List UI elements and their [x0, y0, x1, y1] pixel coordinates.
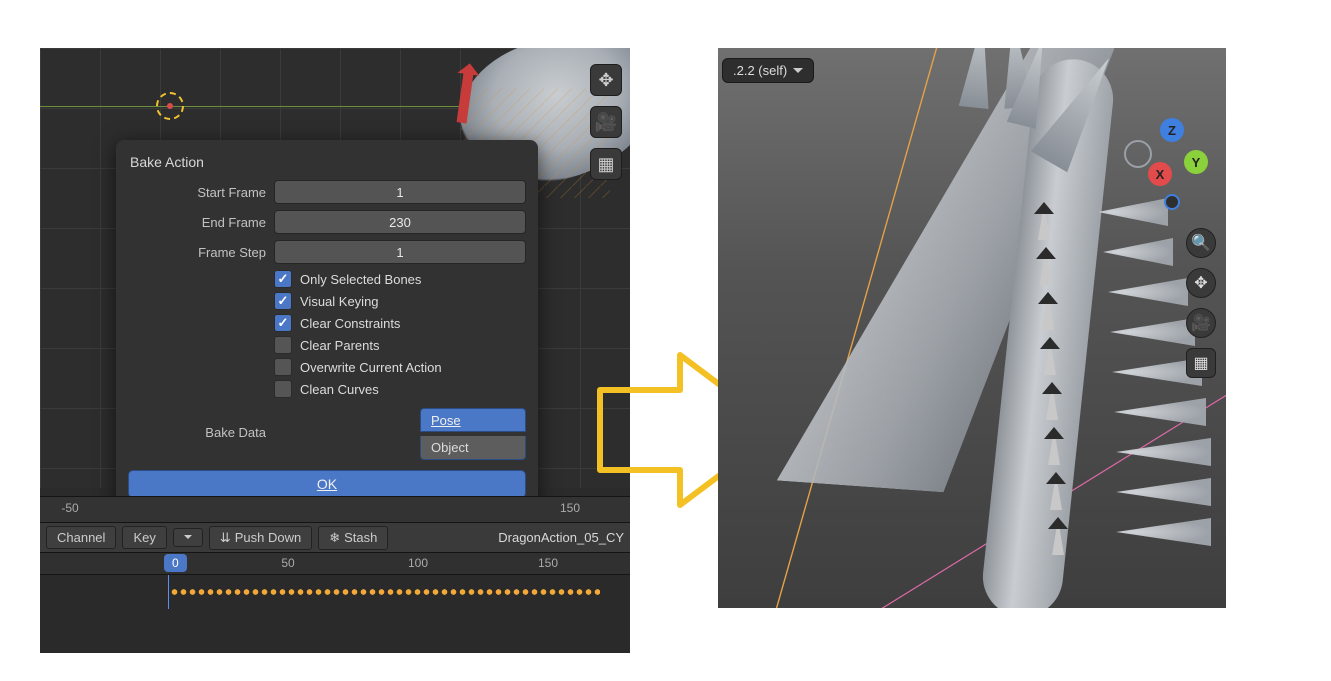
camera-view-icon[interactable]: 🎥: [1186, 308, 1216, 338]
clean-curves-checkbox[interactable]: [274, 380, 292, 398]
frame-step-label: Frame Step: [128, 245, 266, 260]
ruler-tick: 150: [560, 501, 580, 515]
clear-constraints-checkbox[interactable]: [274, 314, 292, 332]
version-label: .2.2 (self): [733, 63, 787, 78]
end-frame-label: End Frame: [128, 215, 266, 230]
current-frame-badge[interactable]: 0: [164, 554, 187, 572]
ruler-top[interactable]: -50 150: [40, 497, 630, 523]
stash-button[interactable]: ❄Stash: [318, 526, 388, 550]
marker-menu[interactable]: [173, 528, 203, 547]
channel-region[interactable]: [40, 609, 630, 653]
keyframes[interactable]: [170, 587, 600, 597]
timeline-area: -50 150 Channel Key ⇊Push Down ❄Stash Dr…: [40, 496, 630, 653]
nav-gizmo[interactable]: Z Y X: [1120, 118, 1208, 206]
overwrite-action-label: Overwrite Current Action: [300, 360, 442, 375]
overwrite-action-checkbox[interactable]: [274, 358, 292, 376]
key-menu[interactable]: Key: [122, 526, 166, 549]
only-selected-bones-checkbox[interactable]: [274, 270, 292, 288]
visual-keying-label: Visual Keying: [300, 294, 379, 309]
start-frame-label: Start Frame: [128, 185, 266, 200]
snowflake-icon: ❄: [329, 530, 340, 546]
pan-icon[interactable]: ✥: [1186, 268, 1216, 298]
visual-keying-checkbox[interactable]: [274, 292, 292, 310]
playhead[interactable]: [168, 575, 169, 609]
clean-curves-label: Clean Curves: [300, 382, 379, 397]
start-frame-field[interactable]: 1: [274, 180, 526, 204]
channel-menu[interactable]: Channel: [46, 526, 116, 549]
camera-view-icon[interactable]: 🎥: [590, 106, 622, 138]
action-name-field[interactable]: DragonAction_05_CY: [498, 530, 624, 545]
right-screenshot: .2.2 (self) Z: [718, 48, 1226, 608]
axis-z-button[interactable]: Z: [1160, 118, 1184, 142]
ruler-tick: 100: [408, 556, 428, 570]
end-frame-field[interactable]: 230: [274, 210, 526, 234]
bake-data-label: Bake Data: [128, 425, 266, 440]
left-screenshot: ✥ 🎥 ▦ Bake Action Start Frame 1 End Fram…: [40, 48, 630, 653]
push-down-button[interactable]: ⇊Push Down: [209, 526, 312, 550]
ruler-tick: 150: [538, 556, 558, 570]
chevron-down-icon: [793, 68, 803, 78]
pan-icon[interactable]: ✥: [590, 64, 622, 96]
panel-title: Bake Action: [128, 152, 526, 180]
axis-neg-z-button[interactable]: [1164, 194, 1180, 210]
bake-action-panel: Bake Action Start Frame 1 End Frame 230 …: [116, 140, 538, 506]
ruler-frames[interactable]: 0 50 100 150: [40, 553, 630, 575]
zoom-icon[interactable]: 🔍: [1186, 228, 1216, 258]
cursor-3d-icon: [156, 92, 184, 120]
clear-constraints-label: Clear Constraints: [300, 316, 400, 331]
clear-parents-label: Clear Parents: [300, 338, 379, 353]
frame-step-field[interactable]: 1: [274, 240, 526, 264]
axis-x-button[interactable]: X: [1148, 162, 1172, 186]
clear-parents-checkbox[interactable]: [274, 336, 292, 354]
ruler-tick: -50: [61, 501, 78, 515]
bake-data-object-option[interactable]: Object: [420, 436, 526, 460]
ruler-tick: 50: [281, 556, 294, 570]
only-selected-bones-label: Only Selected Bones: [300, 272, 421, 287]
ok-button[interactable]: OK: [128, 470, 526, 498]
action-editor-toolbar: Channel Key ⇊Push Down ❄Stash DragonActi…: [40, 523, 630, 553]
axis-y-button[interactable]: Y: [1184, 150, 1208, 174]
grid-toggle-icon[interactable]: ▦: [590, 148, 622, 180]
keyframe-strip[interactable]: [40, 575, 630, 609]
bake-data-pose-option[interactable]: Pose: [420, 408, 526, 432]
chevron-down-icon: [184, 535, 192, 543]
grid-toggle-icon[interactable]: ▦: [1186, 348, 1216, 378]
gizmo-ring-icon: [1124, 140, 1152, 168]
push-down-icon: ⇊: [220, 530, 231, 546]
version-chip[interactable]: .2.2 (self): [722, 58, 814, 83]
